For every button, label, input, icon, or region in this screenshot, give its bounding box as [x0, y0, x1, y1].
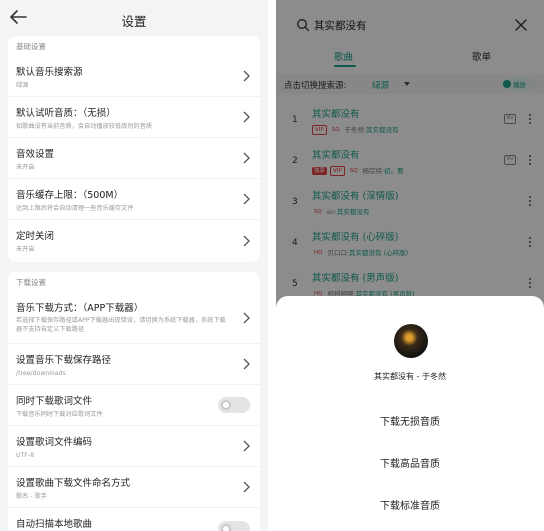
search-screen: 其实都没有 歌曲 歌单 点击切换搜索源: 绿源 播放 1 其实都没有 VIP SQ 于冬…: [276, 0, 544, 531]
setting-title: 设置歌词文件编码: [16, 437, 93, 448]
setting-file-naming[interactable]: 设置歌曲下载文件命名方式 歌名 - 歌手: [8, 467, 260, 508]
setting-download-path[interactable]: 设置音乐下载保存路径 /tree/downloads: [8, 344, 260, 385]
chevron-right-icon: [243, 111, 250, 123]
setting-subtitle: 未开启: [16, 164, 35, 171]
chevron-right-icon: [243, 152, 250, 164]
settings-header: 设置: [0, 0, 268, 36]
setting-title: 定时关闭: [16, 231, 55, 242]
chevron-right-icon: [243, 358, 250, 370]
setting-download-method[interactable]: 音乐下载方式：（APP下载器） 若选择下载保存路径或APP下载器出现错误，请切换…: [8, 292, 260, 344]
setting-title: 自动扫描本地歌曲: [16, 519, 93, 530]
download-quality-sheet: 其实都没有 - 于冬然 下载无损音质 下载高品音质 下载标准音质: [276, 296, 544, 531]
auto-scan-toggle[interactable]: [218, 520, 250, 531]
chevron-right-icon: [243, 235, 250, 246]
section-header: 基础设置: [16, 42, 46, 51]
setting-lyrics-encoding[interactable]: 设置歌词文件编码 UTF-8: [8, 426, 260, 467]
setting-title: 音乐缓存上限：（500M）: [16, 190, 124, 201]
setting-default-preview-quality[interactable]: 默认试听音质：（无损） 如歌曲没有当前音质，会自动播放较低级别的音质: [8, 97, 260, 138]
download-high-quality-option[interactable]: 下载高品音质: [276, 455, 544, 470]
sheet-song-name: 其实都没有 - 于冬然: [374, 372, 446, 381]
setting-download-lyrics: 同时下载歌词文件 下载音乐同时下载对应歌词文件: [8, 385, 260, 426]
setting-subtitle: /tree/downloads: [16, 370, 66, 377]
setting-subtitle: 未开启: [16, 246, 35, 253]
album-cover: [394, 324, 428, 358]
chevron-right-icon: [243, 70, 250, 82]
chevron-right-icon: [243, 312, 250, 323]
chevron-right-icon: [243, 440, 250, 452]
setting-title: 音乐下载方式：（APP下载器）: [16, 303, 144, 314]
chevron-right-icon: [243, 481, 250, 493]
setting-subtitle: 下载音乐同时下载对应歌词文件: [16, 411, 103, 418]
setting-auto-scan-local: 自动扫描本地歌曲: [8, 508, 260, 531]
setting-title: 默认试听音质：（无损）: [16, 108, 116, 119]
setting-title: 音效设置: [16, 149, 55, 160]
setting-subtitle: UTF-8: [16, 452, 35, 459]
setting-title: 设置歌曲下载文件命名方式: [16, 478, 131, 489]
setting-title: 同时下载歌词文件: [16, 396, 93, 407]
setting-subtitle: 绿源: [16, 82, 29, 89]
section-header: 下载设置: [16, 278, 46, 287]
basic-settings-card: 基础设置 默认音乐搜索源 绿源 默认试听音质：（无损） 如歌曲没有当前音质，会自…: [8, 36, 260, 262]
download-standard-quality-option[interactable]: 下载标准音质: [276, 497, 544, 512]
setting-sleep-timer[interactable]: 定时关闭 未开启: [8, 220, 260, 261]
setting-sound-effects[interactable]: 音效设置 未开启: [8, 138, 260, 179]
settings-screen: 设置 基础设置 默认音乐搜索源 绿源 默认试听音质：（无损） 如歌曲没有当前音质…: [0, 0, 268, 531]
toggle-knob: [221, 400, 231, 410]
chevron-right-icon: [243, 193, 250, 205]
setting-cache-limit[interactable]: 音乐缓存上限：（500M） 达到上限后将会自动清理一些音乐缓存文件: [8, 179, 260, 220]
download-lossless-option[interactable]: 下载无损音质: [276, 413, 544, 428]
setting-subtitle: 若选择下载保存路径或APP下载器出现错误，请切换为系统下载器，系统下载器不支持自…: [16, 317, 226, 333]
setting-default-search-source[interactable]: 默认音乐搜索源 绿源: [8, 56, 260, 97]
page-title: 设置: [121, 14, 147, 29]
setting-subtitle: 达到上限后将会自动清理一些音乐缓存文件: [16, 205, 134, 212]
setting-subtitle: 歌名 - 歌手: [16, 493, 47, 500]
setting-title: 默认音乐搜索源: [16, 67, 83, 78]
setting-subtitle: 如歌曲没有当前音质，会自动播放较低级别的音质: [16, 123, 153, 130]
toggle-knob: [221, 523, 231, 531]
download-lyrics-toggle[interactable]: [218, 397, 250, 413]
download-settings-card: 下载设置 音乐下载方式：（APP下载器） 若选择下载保存路径或APP下载器出现错…: [8, 272, 260, 531]
setting-title: 设置音乐下载保存路径: [16, 355, 112, 366]
